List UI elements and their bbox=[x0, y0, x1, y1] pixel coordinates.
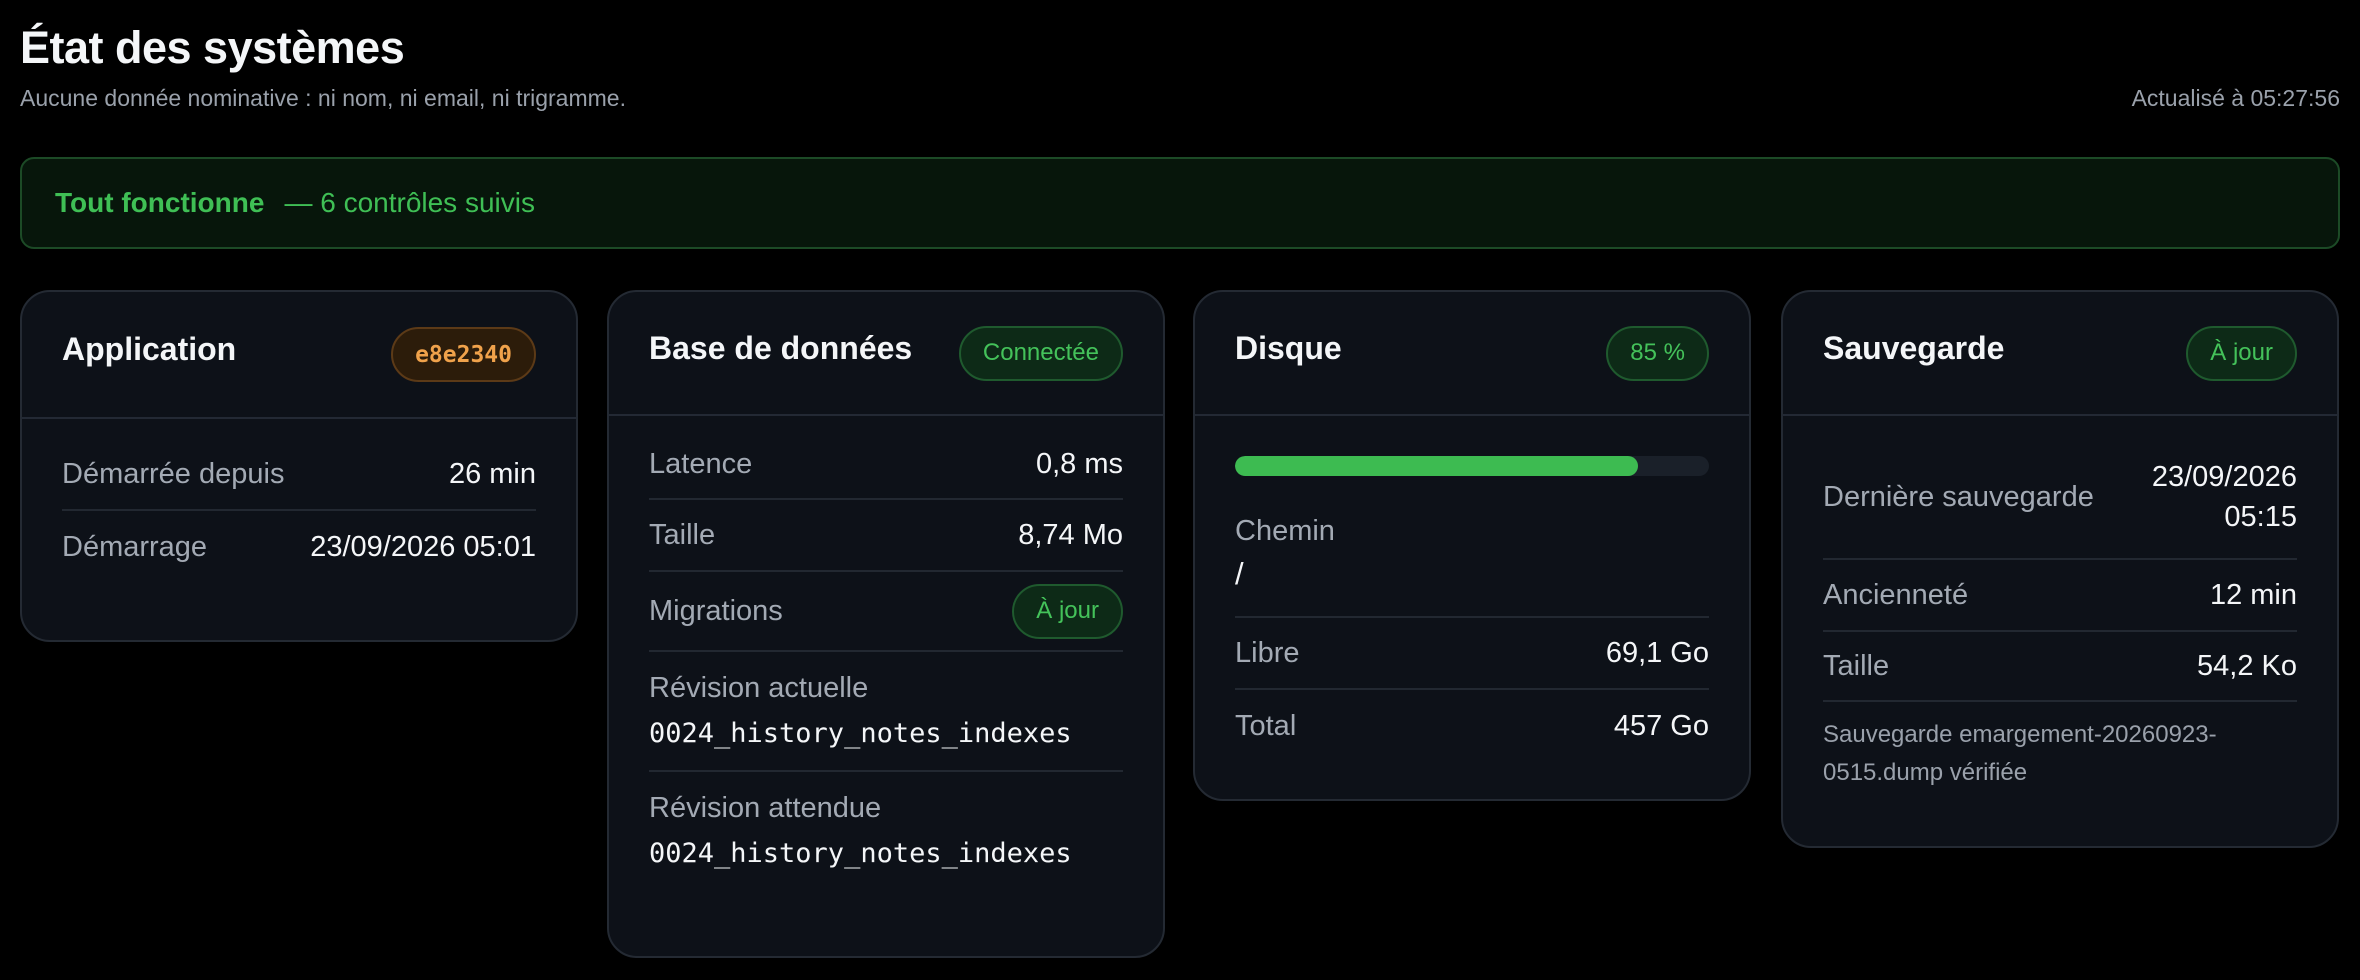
db-size-label: Taille bbox=[649, 518, 716, 551]
latency-row: Latence 0,8 ms bbox=[649, 430, 1123, 500]
global-status-detail: — 6 contrôles suivis bbox=[284, 187, 535, 218]
uptime-row: Démarrée depuis 26 min bbox=[62, 439, 536, 511]
disk-free-row: Libre 69,1 Go bbox=[1235, 618, 1709, 690]
disk-usage-bar bbox=[1235, 456, 1709, 476]
backup-verification-note: Sauvegarde emargement-20260923-0515.dump… bbox=[1823, 721, 2217, 786]
expected-revision-block: Révision attendue 0024_history_notes_ind… bbox=[649, 772, 1123, 882]
migrations-status-badge: À jour bbox=[1012, 583, 1123, 639]
application-card-header: Application e8e2340 bbox=[22, 292, 576, 419]
disk-total-row: Total 457 Go bbox=[1235, 690, 1709, 762]
application-card: Application e8e2340 Démarrée depuis 26 m… bbox=[20, 290, 578, 642]
backup-size-label: Taille bbox=[1823, 649, 1890, 682]
database-card-header: Base de données Connectée bbox=[609, 292, 1163, 416]
current-revision-value: 0024_history_notes_indexes bbox=[649, 718, 1072, 749]
expected-revision-label: Révision attendue bbox=[649, 792, 882, 824]
expected-revision-value: 0024_history_notes_indexes bbox=[649, 838, 1072, 869]
disk-card: Disque 85 % Chemin / Libre 69,1 Go Total… bbox=[1193, 290, 1751, 801]
migrations-row: Migrations À jour bbox=[649, 572, 1123, 652]
global-status-label: Tout fonctionne bbox=[55, 187, 265, 218]
last-backup-date: 23/09/2026 bbox=[2151, 461, 2297, 493]
backup-size-row: Taille 54,2 Ko bbox=[1823, 632, 2297, 702]
database-card-body: Latence 0,8 ms Taille 8,74 Mo Migrations… bbox=[609, 416, 1163, 882]
backup-card-body: Dernière sauvegarde 23/09/2026 05:15 Anc… bbox=[1783, 416, 2337, 792]
disk-path-block: Chemin / bbox=[1235, 476, 1709, 618]
database-card-title: Base de données bbox=[649, 329, 913, 366]
start-time-label: Démarrage bbox=[62, 530, 208, 563]
version-badge: e8e2340 bbox=[391, 327, 536, 382]
start-time-value: 23/09/2026 05:01 bbox=[310, 530, 536, 563]
backup-size-value: 54,2 Ko bbox=[2197, 649, 2297, 682]
disk-usage-badge: 85 % bbox=[1606, 325, 1709, 381]
application-card-title: Application bbox=[62, 331, 237, 367]
disk-free-value: 69,1 Go bbox=[1605, 636, 1709, 669]
disk-path-label: Chemin bbox=[1235, 515, 1335, 547]
start-time-row: Démarrage 23/09/2026 05:01 bbox=[62, 511, 536, 583]
backup-age-value: 12 min bbox=[2209, 578, 2297, 611]
migrations-label: Migrations bbox=[649, 594, 783, 627]
backup-status-badge: À jour bbox=[2186, 325, 2297, 381]
backup-card-header: Sauvegarde À jour bbox=[1783, 292, 2337, 416]
last-backup-value: 23/09/2026 05:15 bbox=[2152, 457, 2297, 537]
db-size-row: Taille 8,74 Mo bbox=[649, 500, 1123, 572]
application-card-body: Démarrée depuis 26 min Démarrage 23/09/2… bbox=[22, 419, 576, 583]
last-backup-label: Dernière sauvegarde bbox=[1823, 480, 2094, 513]
page-title: État des systèmes bbox=[20, 22, 405, 73]
latency-label: Latence bbox=[649, 447, 753, 480]
database-card: Base de données Connectée Latence 0,8 ms… bbox=[607, 290, 1165, 958]
last-backup-row: Dernière sauvegarde 23/09/2026 05:15 bbox=[1823, 436, 2297, 560]
current-revision-label: Révision actuelle bbox=[649, 672, 869, 704]
disk-usage-bar-fill bbox=[1235, 456, 1638, 476]
system-status-page: État des systèmes Aucune donnée nominati… bbox=[0, 0, 2360, 980]
latency-value: 0,8 ms bbox=[1035, 447, 1123, 480]
uptime-value: 26 min bbox=[448, 457, 536, 490]
db-size-value: 8,74 Mo bbox=[1018, 518, 1123, 551]
disk-card-header: Disque 85 % bbox=[1195, 292, 1749, 416]
disk-total-value: 457 Go bbox=[1613, 709, 1709, 742]
global-status-banner: Tout fonctionne — 6 contrôles suivis bbox=[20, 157, 2340, 249]
backup-age-label: Ancienneté bbox=[1823, 578, 1969, 611]
disk-path-value: / bbox=[1235, 556, 1244, 591]
disk-card-body: Chemin / Libre 69,1 Go Total 457 Go bbox=[1195, 416, 1749, 762]
disk-total-label: Total bbox=[1235, 709, 1297, 742]
last-backup-time: 05:15 bbox=[2224, 501, 2297, 533]
uptime-label: Démarrée depuis bbox=[62, 457, 285, 490]
backup-card-title: Sauvegarde bbox=[1823, 329, 2005, 366]
disk-card-title: Disque bbox=[1235, 329, 1342, 366]
page-subtitle: Aucune donnée nominative : ni nom, ni em… bbox=[20, 85, 626, 111]
refresh-timestamp: Actualisé à 05:27:56 bbox=[2131, 85, 2340, 111]
backup-card: Sauvegarde À jour Dernière sauvegarde 23… bbox=[1781, 290, 2339, 848]
connection-status-badge: Connectée bbox=[958, 325, 1123, 381]
backup-age-row: Ancienneté 12 min bbox=[1823, 560, 2297, 632]
current-revision-block: Révision actuelle 0024_history_notes_ind… bbox=[649, 652, 1123, 772]
disk-free-label: Libre bbox=[1235, 636, 1300, 669]
